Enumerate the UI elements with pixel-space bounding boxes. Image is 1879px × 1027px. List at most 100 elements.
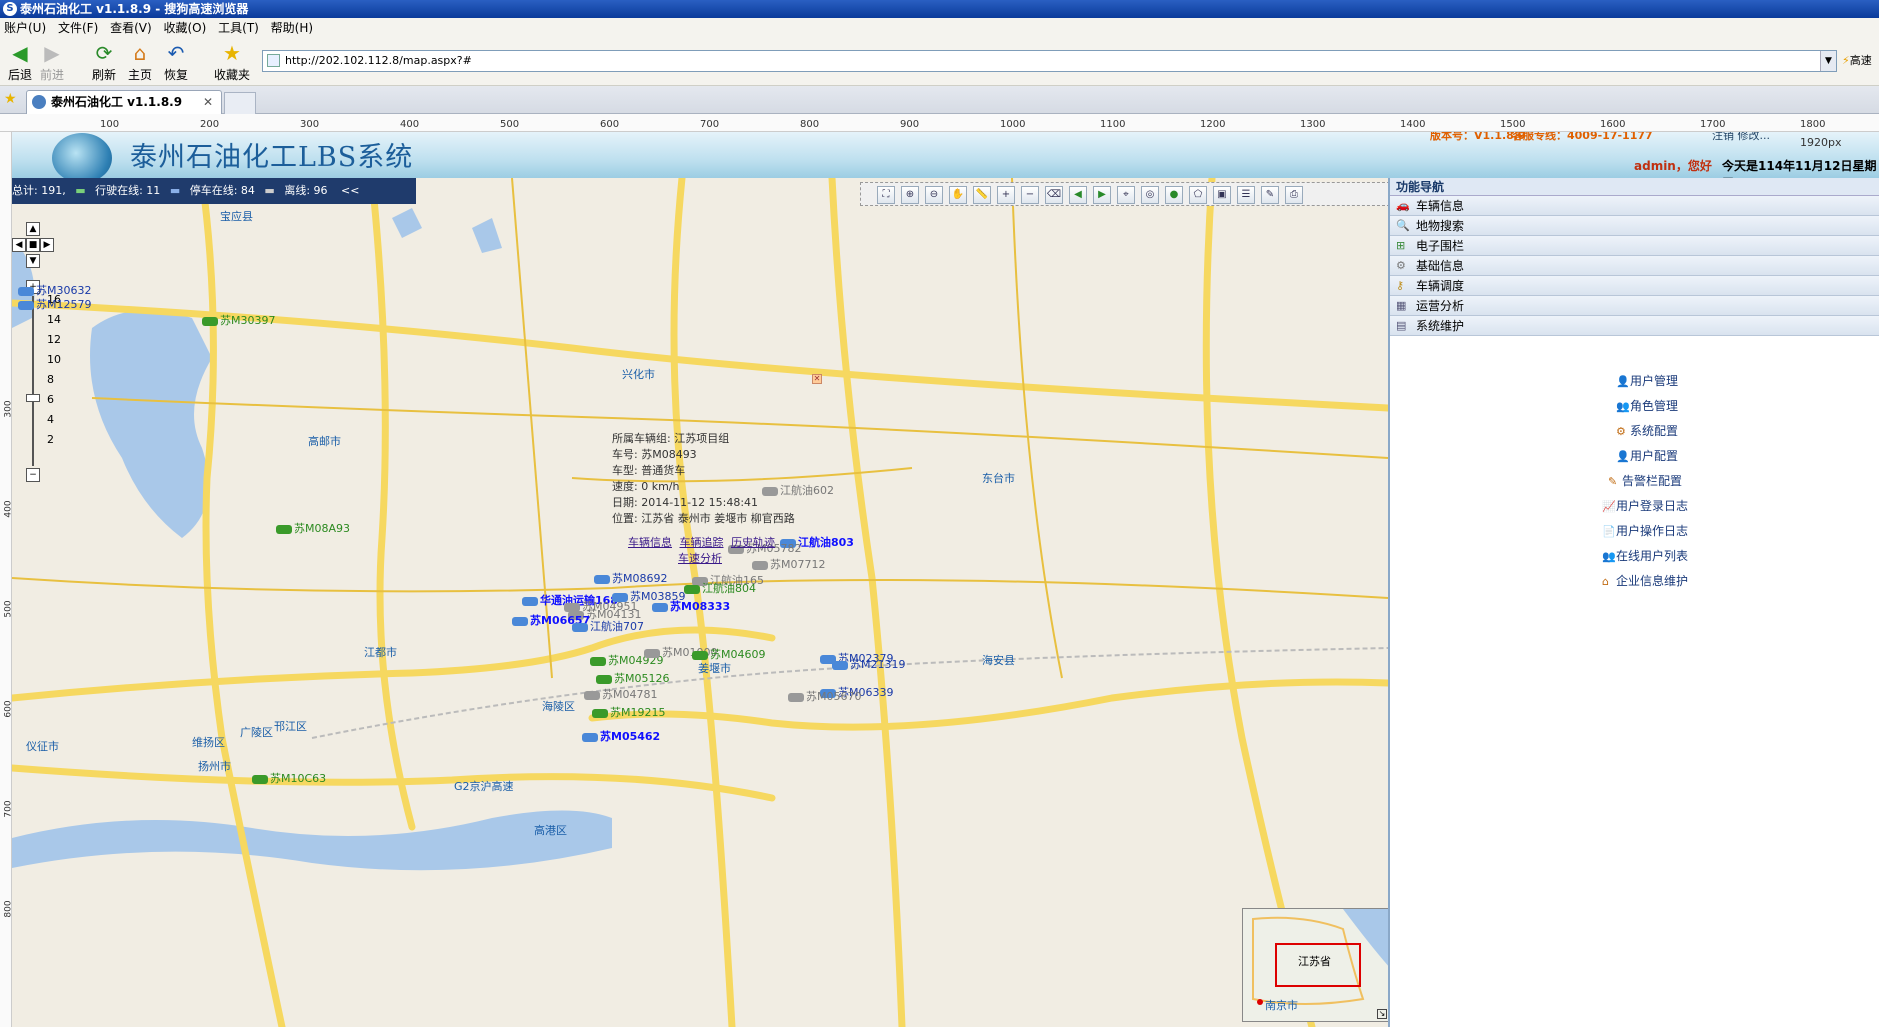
tab-close-icon[interactable]: ✕ <box>203 91 213 113</box>
sidebar-item-basic-info[interactable]: ⚙ 基础信息 <box>1390 256 1879 276</box>
zoom-out-button[interactable]: − <box>26 468 40 482</box>
vehicle-marker[interactable]: 苏M21319 <box>832 656 905 672</box>
menu-help[interactable]: 帮助(H) <box>267 18 317 38</box>
zoom-box-out-icon[interactable]: ⊖ <box>925 186 943 204</box>
place-label: G2京沪高速 <box>454 780 514 793</box>
submenu-role-management[interactable]: 👥角色管理 <box>1616 397 1678 414</box>
print-icon[interactable]: ⎙ <box>1285 186 1303 204</box>
vehicle-marker[interactable]: 苏M19215 <box>592 704 665 720</box>
vehicle-icon <box>18 300 34 310</box>
speed-mode-button[interactable]: ⚡高速 <box>1842 52 1872 68</box>
submenu-system-config[interactable]: ⚙ 系统配置 <box>1616 422 1678 439</box>
refresh-button[interactable]: ⟳ 刷新 <box>84 42 124 83</box>
zoom-slider-track[interactable] <box>32 296 34 466</box>
sidebar-item-dispatch[interactable]: ⚷ 车辆调度 <box>1390 276 1879 296</box>
forward-button[interactable]: ▶ 前进 <box>32 42 72 83</box>
logout-link[interactable]: 注销 <box>1712 132 1734 142</box>
vehicle-marker[interactable]: 江航油707 <box>572 618 644 634</box>
collapse-stats-button[interactable]: << <box>341 184 359 197</box>
polygon-icon[interactable]: ⬠ <box>1189 186 1207 204</box>
pan-left-button[interactable]: ◀ <box>12 238 26 252</box>
menu-file[interactable]: 文件(F) <box>54 18 102 38</box>
vehicle-marker[interactable]: 苏M30397 <box>202 312 275 328</box>
pan-up-button[interactable]: ▲ <box>26 222 40 236</box>
sidebar-item-geofence[interactable]: ⊞ 电子围栏 <box>1390 236 1879 256</box>
pan-right-button[interactable]: ▶ <box>40 238 54 252</box>
tab-bar: ★ 泰州石油化工 v1.1.8.9 ✕ <box>0 86 1879 114</box>
vehicle-marker[interactable]: 苏M04609 <box>692 646 765 662</box>
change-password-link[interactable]: 修改... <box>1738 132 1771 142</box>
sidebar-item-operation-analysis[interactable]: ▦ 运营分析 <box>1390 296 1879 316</box>
vehicle-marker[interactable]: 苏M08333 <box>652 598 730 614</box>
popup-link-speed-analysis[interactable]: 车速分析 <box>678 552 722 565</box>
submenu-user-management[interactable]: 👤用户管理 <box>1616 372 1678 389</box>
menu-favorites[interactable]: 收藏(O) <box>160 18 211 38</box>
submenu-user-config[interactable]: 👤用户配置 <box>1616 447 1678 464</box>
marker-icon[interactable]: ● <box>1165 186 1183 204</box>
favorites-star-icon[interactable]: ★ <box>4 91 17 107</box>
eraser-icon[interactable]: ⌫ <box>1045 186 1063 204</box>
vehicle-marker[interactable]: 苏M08692 <box>594 570 667 586</box>
vehicle-plate-label: 苏M21319 <box>850 658 906 671</box>
zoom-out-icon[interactable]: − <box>1021 186 1039 204</box>
submenu-online-users[interactable]: 👥在线用户列表 <box>1602 547 1688 564</box>
locate-icon[interactable]: ◎ <box>1141 186 1159 204</box>
map-view[interactable]: 总计: 191, ▬ 行驶在线: 11 ▬ 停车在线: 84 ▬ 离线: 96 … <box>12 178 1388 1027</box>
full-extent-icon[interactable]: ⛶ <box>877 186 895 204</box>
tab-active[interactable]: 泰州石油化工 v1.1.8.9 ✕ <box>26 90 222 114</box>
measure-icon[interactable]: 📏 <box>973 186 991 204</box>
sidebar-item-vehicle-info[interactable]: 🚗 车辆信息 <box>1390 196 1879 216</box>
menu-view[interactable]: 查看(V) <box>106 18 156 38</box>
next-view-icon[interactable]: ▶ <box>1093 186 1111 204</box>
popup-link-vehicle-info[interactable]: 车辆信息 <box>628 536 672 549</box>
popup-link-history[interactable]: 历史轨迹 <box>731 536 775 549</box>
previous-view-icon[interactable]: ◀ <box>1069 186 1087 204</box>
sidebar-item-poi-search[interactable]: 🔍 地物搜索 <box>1390 216 1879 236</box>
zoom-level-14: 14 <box>47 313 61 326</box>
pan-down-button[interactable]: ▼ <box>26 254 40 268</box>
back-arrow-icon: ◀ <box>12 41 28 65</box>
vehicle-marker[interactable]: 苏M12579 <box>18 296 91 312</box>
vehicle-marker[interactable]: 苏M04781 <box>584 686 657 702</box>
vehicle-marker[interactable]: 苏M05462 <box>582 728 660 744</box>
zoom-box-in-icon[interactable]: ⊕ <box>901 186 919 204</box>
zoom-level-10: 10 <box>47 353 61 366</box>
address-bar[interactable]: http://202.102.112.8/map.aspx?# ▼ <box>262 50 1837 72</box>
submenu-operation-log[interactable]: 📄用户操作日志 <box>1602 522 1688 539</box>
home-button[interactable]: ⌂ 主页 <box>120 42 160 83</box>
vehicle-marker[interactable]: 苏M08A93 <box>276 520 350 536</box>
submenu-company-info[interactable]: ⌂ 企业信息维护 <box>1602 572 1688 589</box>
browser-logo-icon: S <box>3 2 17 16</box>
zoom-slider-handle[interactable] <box>26 394 40 402</box>
address-dropdown-icon[interactable]: ▼ <box>1820 51 1836 71</box>
submenu-alarm-config[interactable]: ✎ 告警栏配置 <box>1608 472 1682 489</box>
place-label: 高港区 <box>534 824 567 837</box>
vehicle-marker[interactable]: 苏M05670 <box>788 688 861 704</box>
vehicle-marker[interactable]: 苏M10C63 <box>252 770 326 786</box>
menu-account[interactable]: 账户(U) <box>0 18 50 38</box>
menu-tools[interactable]: 工具(T) <box>214 18 263 38</box>
popup-close-icon[interactable]: ✕ <box>812 374 822 384</box>
image-icon[interactable]: ▣ <box>1213 186 1231 204</box>
zoom-level-8: 8 <box>47 373 54 386</box>
zoom-in-icon[interactable]: + <box>997 186 1015 204</box>
submenu-login-log[interactable]: 📈用户登录日志 <box>1602 497 1688 514</box>
vehicle-icon <box>596 674 612 684</box>
list-icon[interactable]: ☰ <box>1237 186 1255 204</box>
sidebar-item-system-maintenance[interactable]: ▤ 系统维护 <box>1390 316 1879 336</box>
pen-icon[interactable]: ✎ <box>1261 186 1279 204</box>
overview-minimap[interactable]: 江苏省 南京市 ↘ <box>1242 908 1388 1022</box>
vehicle-plate-label: 苏M19215 <box>610 706 666 719</box>
vehicle-marker[interactable]: 江航油804 <box>684 580 756 596</box>
favorites-button[interactable]: ★ 收藏夹 <box>210 42 254 83</box>
window-title-bar: S 泰州石油化工 v1.1.8.9 - 搜狗高速浏览器 <box>0 0 1879 18</box>
pan-hand-icon[interactable]: ✋ <box>949 186 967 204</box>
select-icon[interactable]: ⌖ <box>1117 186 1135 204</box>
parked-count: 停车在线: 84 <box>189 184 255 197</box>
minimap-toggle-icon[interactable]: ↘ <box>1377 1009 1387 1019</box>
new-tab-button[interactable] <box>224 92 256 114</box>
popup-link-tracking[interactable]: 车辆追踪 <box>680 536 724 549</box>
pan-center-button[interactable]: ■ <box>26 238 40 252</box>
vehicle-marker[interactable]: 苏M05126 <box>596 670 669 686</box>
restore-button[interactable]: ↶ 恢复 <box>156 42 196 83</box>
